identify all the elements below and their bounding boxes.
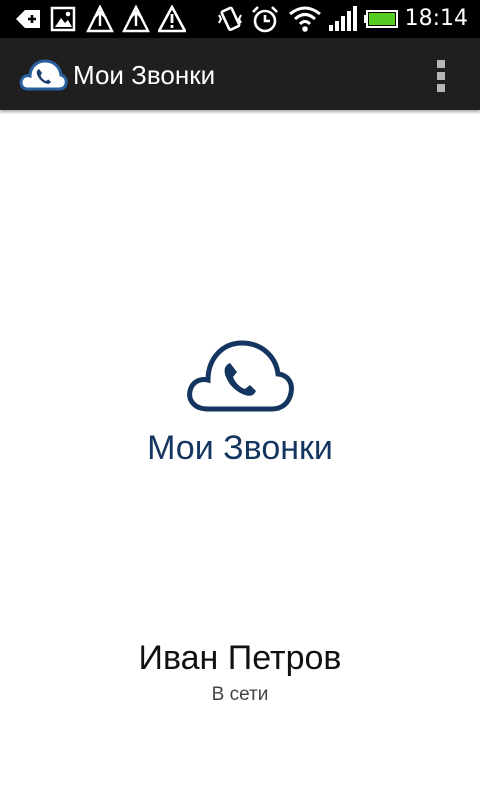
network-alert-icon (86, 5, 114, 33)
overflow-menu-icon[interactable] (430, 56, 454, 92)
vibrate-icon (216, 5, 244, 33)
action-bar: Мои Звонки (0, 38, 480, 110)
warning-icon (158, 5, 186, 33)
cloud-phone-icon (184, 337, 296, 415)
signal-icon (328, 5, 358, 33)
cloud-phone-icon[interactable] (18, 58, 68, 92)
status-bar: 18:14 (0, 0, 480, 38)
brand-name: Мои Звонки (147, 429, 333, 467)
user-status: В сети (211, 684, 269, 705)
network-alert-icon (122, 5, 150, 33)
status-clock: 18:14 (404, 6, 468, 31)
app-title: Мои Звонки (73, 60, 216, 90)
picture-icon (50, 5, 76, 33)
user-name: Иван Петров (138, 639, 342, 677)
battery-icon (364, 5, 400, 33)
alarm-clock-icon (250, 5, 280, 33)
wifi-icon (288, 5, 322, 33)
back-arrow-icon (14, 5, 42, 33)
